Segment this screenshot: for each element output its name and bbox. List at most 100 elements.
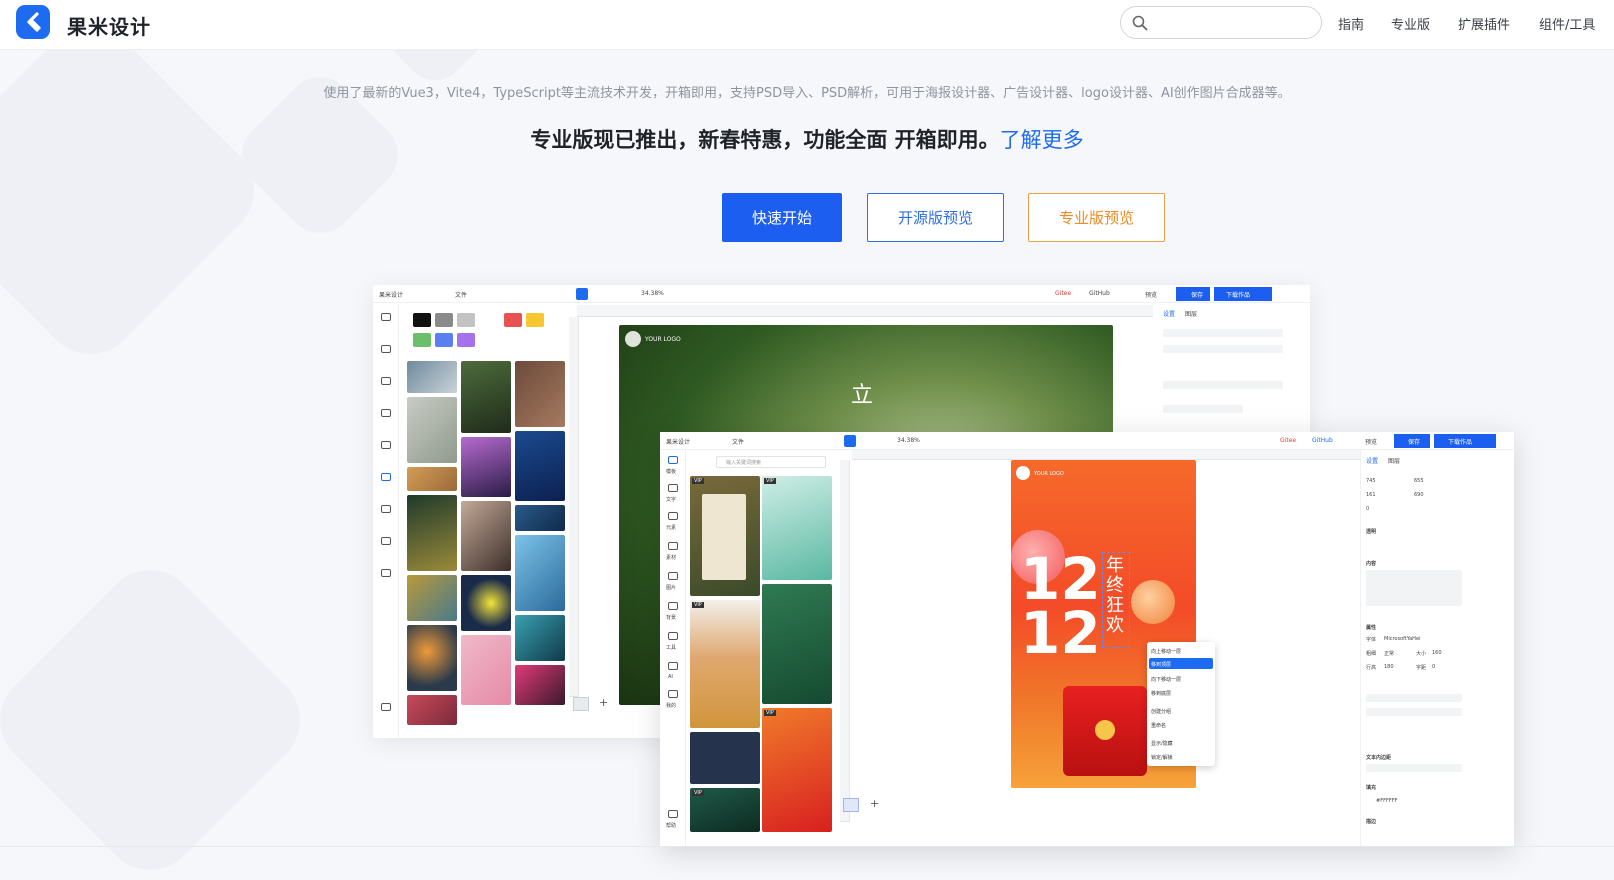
field-width: 161 — [1366, 492, 1376, 498]
top-navbar: 果米设计 指南 专业版 扩展插件 组件/工具 — [0, 0, 1614, 50]
panel-field — [1163, 381, 1283, 389]
image-thumbnail — [407, 361, 457, 393]
canvas-logo-badge — [625, 331, 641, 347]
zoom-level: 34.38% — [641, 290, 664, 297]
editor-preview-front: 果米设计 文件 34.38% Gitee GitHub 预览 保存 下载作品 模… — [660, 432, 1514, 846]
image-thumbnail — [515, 505, 565, 531]
label-spacing: 字距 — [1416, 665, 1427, 671]
nav-plugins[interactable]: 扩展插件 — [1458, 14, 1510, 33]
vip-badge: VIP — [692, 478, 704, 484]
pro-preview-button[interactable]: 专业版预览 — [1028, 193, 1165, 242]
preview-label: 预览 — [1145, 292, 1158, 299]
brand-name[interactable]: 果米设计 — [67, 11, 151, 40]
gold-coin — [1095, 720, 1115, 740]
file-menu: 文件 — [455, 292, 468, 299]
template-search-placeholder: 输入关键词搜索 — [726, 460, 762, 466]
panel-field — [1163, 329, 1283, 337]
rail-help: 帮助 — [666, 823, 677, 829]
image-thumbnail — [407, 467, 457, 491]
poster-logo-badge — [1016, 466, 1030, 480]
save-label: 保存 — [1191, 292, 1204, 299]
image-thumbnail — [515, 431, 565, 501]
page-thumb — [843, 798, 859, 812]
panel-tab-settings: 设置 — [1163, 311, 1176, 318]
decor-bubble — [1131, 580, 1175, 624]
content-textarea — [1366, 570, 1462, 606]
poster-logo-text: YOUR LOGO — [1034, 471, 1064, 477]
padding-fields — [1366, 764, 1462, 772]
image-thumbnail — [515, 615, 565, 661]
field-size: 160 — [1432, 650, 1442, 656]
field-spacing: 0 — [1432, 664, 1436, 670]
search-box[interactable] — [1120, 6, 1322, 39]
rail-materials: 素材 — [666, 555, 677, 561]
search-input[interactable] — [1155, 13, 1313, 33]
image-thumbnail — [461, 437, 511, 497]
color-swatch — [504, 313, 522, 327]
preview-label: 预览 — [1365, 439, 1378, 446]
rail-ai: AI — [668, 674, 673, 680]
image-thumbnail — [407, 397, 457, 463]
image-thumbnail — [407, 575, 457, 621]
menu-item: 移到底层 — [1151, 691, 1172, 697]
download-label: 下载作品 — [1448, 439, 1473, 446]
label-stroke: 描边 — [1366, 819, 1377, 825]
field-rotate: 0 — [1366, 506, 1370, 512]
select-tool-icon — [576, 288, 588, 300]
vip-badge: VIP — [764, 710, 776, 716]
color-swatch — [435, 333, 453, 347]
nav-pro[interactable]: 专业版 — [1391, 14, 1430, 33]
open-source-preview-button[interactable]: 开源版预览 — [867, 193, 1004, 242]
label-font: 字体 — [1366, 637, 1377, 643]
editor-sidebar: 模板 文字 元素 素材 图片 背景 工具 AI 我的 帮助 — [660, 450, 686, 846]
label-opacity: 透明 — [1366, 529, 1377, 535]
learn-more-link[interactable]: 了解更多 — [1000, 128, 1084, 152]
tagline-text: 专业版现已推出，新春特惠，功能全面 开箱即用。 — [530, 128, 1000, 152]
context-menu: 向上移动一层 移到顶层 向下移动一层 移到底层 创建分组 重命名 显示/隐藏 锁… — [1147, 642, 1215, 766]
image-thumbnail — [515, 665, 565, 705]
color-swatch — [526, 313, 544, 327]
search-icon — [1132, 15, 1148, 35]
vertical-ruler — [569, 317, 579, 697]
background-shape — [0, 550, 320, 880]
field-font: MicrosoftYaHei — [1384, 636, 1421, 642]
file-menu: 文件 — [732, 439, 745, 446]
vip-badge: VIP — [692, 790, 704, 796]
label-size: 大小 — [1416, 651, 1427, 657]
label-fill: 填充 — [1366, 785, 1377, 791]
canvas-logo-text: YOUR LOGO — [645, 336, 681, 343]
horizontal-ruler — [577, 305, 1153, 317]
vip-badge: VIP — [764, 478, 776, 484]
panel-tab-layers: 图层 — [1388, 458, 1401, 465]
label-weight: 粗细 — [1366, 651, 1377, 657]
panel-field — [1163, 405, 1243, 413]
github-link: GitHub — [1312, 437, 1333, 444]
menu-item: 创建分组 — [1151, 709, 1172, 715]
nav-components-tools[interactable]: 组件/工具 — [1539, 14, 1595, 33]
menu-item: 重命名 — [1151, 723, 1167, 729]
add-page-icon: + — [870, 797, 880, 810]
page-thumb — [573, 697, 589, 711]
menu-item: 移到顶层 — [1151, 662, 1172, 668]
image-thumbnail — [407, 625, 457, 691]
brand-logo-icon[interactable] — [16, 5, 50, 39]
quick-start-button[interactable]: 快速开始 — [722, 193, 842, 242]
menu-item: 向下移动一层 — [1151, 677, 1182, 683]
vertical-ruler — [840, 460, 850, 822]
rail-background: 背景 — [666, 615, 677, 621]
menu-item: 锁定/解锁 — [1151, 755, 1173, 761]
template-thumbnail — [690, 732, 760, 784]
label-content: 内容 — [1366, 561, 1377, 567]
hero-subtitle: 使用了最新的Vue3，Vite4，TypeScript等主流技术开发，开箱即用，… — [323, 86, 1291, 101]
rail-images: 图片 — [666, 585, 677, 591]
menu-item: 显示/隐藏 — [1151, 741, 1173, 747]
menu-item: 向上移动一层 — [1151, 649, 1182, 655]
nav-guide[interactable]: 指南 — [1338, 14, 1364, 33]
template-thumbnail — [762, 476, 832, 580]
add-page-icon: + — [599, 696, 609, 709]
download-label: 下载作品 — [1226, 292, 1251, 299]
save-label: 保存 — [1408, 439, 1421, 446]
color-swatch — [435, 313, 453, 327]
select-tool-icon — [844, 435, 856, 447]
text-style-buttons — [1366, 694, 1462, 702]
